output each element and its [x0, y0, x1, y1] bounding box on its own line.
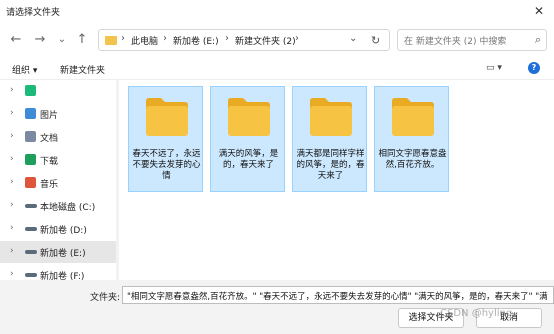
folder-name-input[interactable]: "相同文字愿春意盎然,百花齐放。" "春天不远了，永远不要失去发芽的心情" "满… — [122, 286, 554, 304]
sidebar-item[interactable]: › 本地磁盘 (C:) — [0, 195, 116, 217]
drive-icon — [25, 273, 37, 277]
chevron-right-icon[interactable]: › — [10, 131, 14, 141]
sidebar-item[interactable]: › 新加卷 (E:) — [0, 241, 116, 263]
folder-icon — [226, 95, 272, 139]
refresh-button[interactable]: ↻ — [371, 34, 380, 47]
sidebar-item[interactable]: › 下载 — [0, 149, 116, 171]
search-icon: ⌕ — [534, 33, 541, 46]
folder-item[interactable]: 满天的风筝，是的，春天来了 — [210, 86, 285, 192]
close-button[interactable]: ✕ — [530, 2, 548, 20]
chevron-right-icon[interactable]: › — [10, 85, 14, 95]
sidebar-item-label: 文档 — [40, 134, 59, 144]
window-title: 请选择文件夹 — [6, 8, 61, 18]
breadcrumb-this-pc[interactable]: 此电脑 — [131, 34, 158, 47]
up-button[interactable]: ↑ — [72, 30, 92, 50]
chevron-right-icon[interactable]: › — [10, 108, 14, 118]
address-bar[interactable]: › 此电脑 › 新加卷 (E:) › 新建文件夹 (2) › ⌄ ↻ — [98, 29, 390, 51]
chevron-right-icon[interactable]: › — [10, 269, 14, 279]
sidebar-item[interactable]: › 图片 — [0, 103, 116, 125]
folder-item[interactable]: 相同文字愿春意盎然,百花齐放。 — [374, 86, 449, 192]
drive-icon — [25, 227, 37, 231]
folder-icon — [308, 95, 354, 139]
watermark: CSDN @hyling — [440, 308, 513, 319]
folder-name: 春天不远了，永远不要失去发芽的心情 — [132, 149, 201, 181]
sidebar-item-label: 音乐 — [40, 180, 59, 190]
sidebar-item-label: 图片 — [40, 111, 59, 121]
chevron-right-icon[interactable]: › — [10, 177, 14, 187]
folder-name: 相同文字愿春意盎然,百花齐放。 — [378, 149, 447, 170]
downloads-icon — [25, 154, 36, 165]
chevron-right-icon[interactable]: › — [10, 223, 14, 233]
title-bar: 请选择文件夹 ✕ — [0, 0, 554, 22]
sidebar-item-label: 本地磁盘 (C:) — [40, 203, 96, 213]
documents-icon — [25, 131, 36, 142]
file-list: 春天不远了，永远不要失去发芽的心情 满天的风筝，是的，春天来了 满天都是同样字样… — [120, 80, 554, 280]
recent-dropdown-button[interactable]: ⌄ — [52, 30, 72, 50]
sidebar-item-label: 新加卷 (D:) — [40, 226, 87, 236]
sidebar-item-label: 新加卷 (E:) — [40, 249, 86, 259]
drive-icon — [25, 250, 37, 254]
sidebar-item-label: 下载 — [40, 157, 59, 167]
chevron-right-icon[interactable]: › — [10, 200, 14, 210]
sidebar-item[interactable]: › 音乐 — [0, 172, 116, 194]
forward-button[interactable]: → — [30, 30, 50, 50]
breadcrumb-drive-e[interactable]: 新加卷 (E:) — [173, 34, 219, 47]
new-folder-button[interactable]: 新建文件夹 — [60, 63, 105, 76]
folder-name: 满天都是同样字样的风筝，是的，春天来了 — [296, 149, 365, 181]
folder-name-label: 文件夹: — [90, 293, 121, 303]
chevron-right-icon: › — [295, 33, 299, 44]
drive-icon — [25, 204, 37, 208]
sidebar-item-label: 新加卷 (F:) — [40, 272, 85, 280]
chevron-right-icon: › — [163, 33, 167, 44]
folder-icon — [105, 36, 117, 45]
organize-menu[interactable]: 组织 ▾ — [12, 63, 37, 76]
folder-name: 满天的风筝，是的，春天来了 — [218, 149, 279, 170]
sidebar-item[interactable]: › 新加卷 (F:) — [0, 264, 116, 280]
folder-item[interactable]: 满天都是同样字样的风筝，是的，春天来了 — [292, 86, 367, 192]
sidebar-scrollbar[interactable] — [116, 80, 119, 280]
bottom-bar: 文件夹: "相同文字愿春意盎然,百花齐放。" "春天不远了，永远不要失去发芽的心… — [0, 280, 554, 334]
sidebar-item[interactable]: › 新加卷 (D:) — [0, 218, 116, 240]
folder-item[interactable]: 春天不远了，永远不要失去发芽的心情 — [128, 86, 203, 192]
address-dropdown-button[interactable]: ⌄ — [349, 33, 357, 44]
folder-icon — [144, 95, 190, 139]
sidebar-item[interactable]: › — [0, 80, 116, 102]
chevron-right-icon: › — [121, 33, 125, 44]
chevron-right-icon[interactable]: › — [10, 154, 14, 164]
chevron-right-icon[interactable]: › — [10, 246, 14, 256]
folder-name-value: "相同文字愿春意盎然,百花齐放。" "春天不远了，永远不要失去发芽的心情" "满… — [127, 292, 548, 302]
help-icon[interactable]: ? — [528, 62, 540, 74]
view-options-button[interactable]: ▭ ▾ — [486, 63, 502, 73]
toolbar: 组织 ▾ 新建文件夹 ▭ ▾ ? — [0, 58, 554, 80]
pictures-icon — [25, 108, 36, 119]
sidebar-item[interactable]: › 文档 — [0, 126, 116, 148]
navigation-pane: › › 图片 › 文档 › 下载 › 音乐 › 本地磁盘 (C:) › 新加卷 (D:) › 新加卷 (E:… — [0, 80, 118, 280]
navigation-bar: ← → ⌄ ↑ › 此电脑 › 新加卷 (E:) › 新建文件夹 (2) › ⌄… — [0, 26, 554, 54]
music-icon — [25, 177, 36, 188]
back-button[interactable]: ← — [6, 30, 26, 50]
search-box[interactable]: 在 新建文件夹 (2) 中搜索 ⌕ — [397, 29, 547, 51]
search-placeholder: 在 新建文件夹 (2) 中搜索 — [404, 37, 507, 47]
chevron-right-icon: › — [225, 33, 229, 44]
breadcrumb-current-folder[interactable]: 新建文件夹 (2) — [235, 34, 296, 47]
app-icon — [25, 85, 36, 96]
folder-icon — [390, 95, 436, 139]
